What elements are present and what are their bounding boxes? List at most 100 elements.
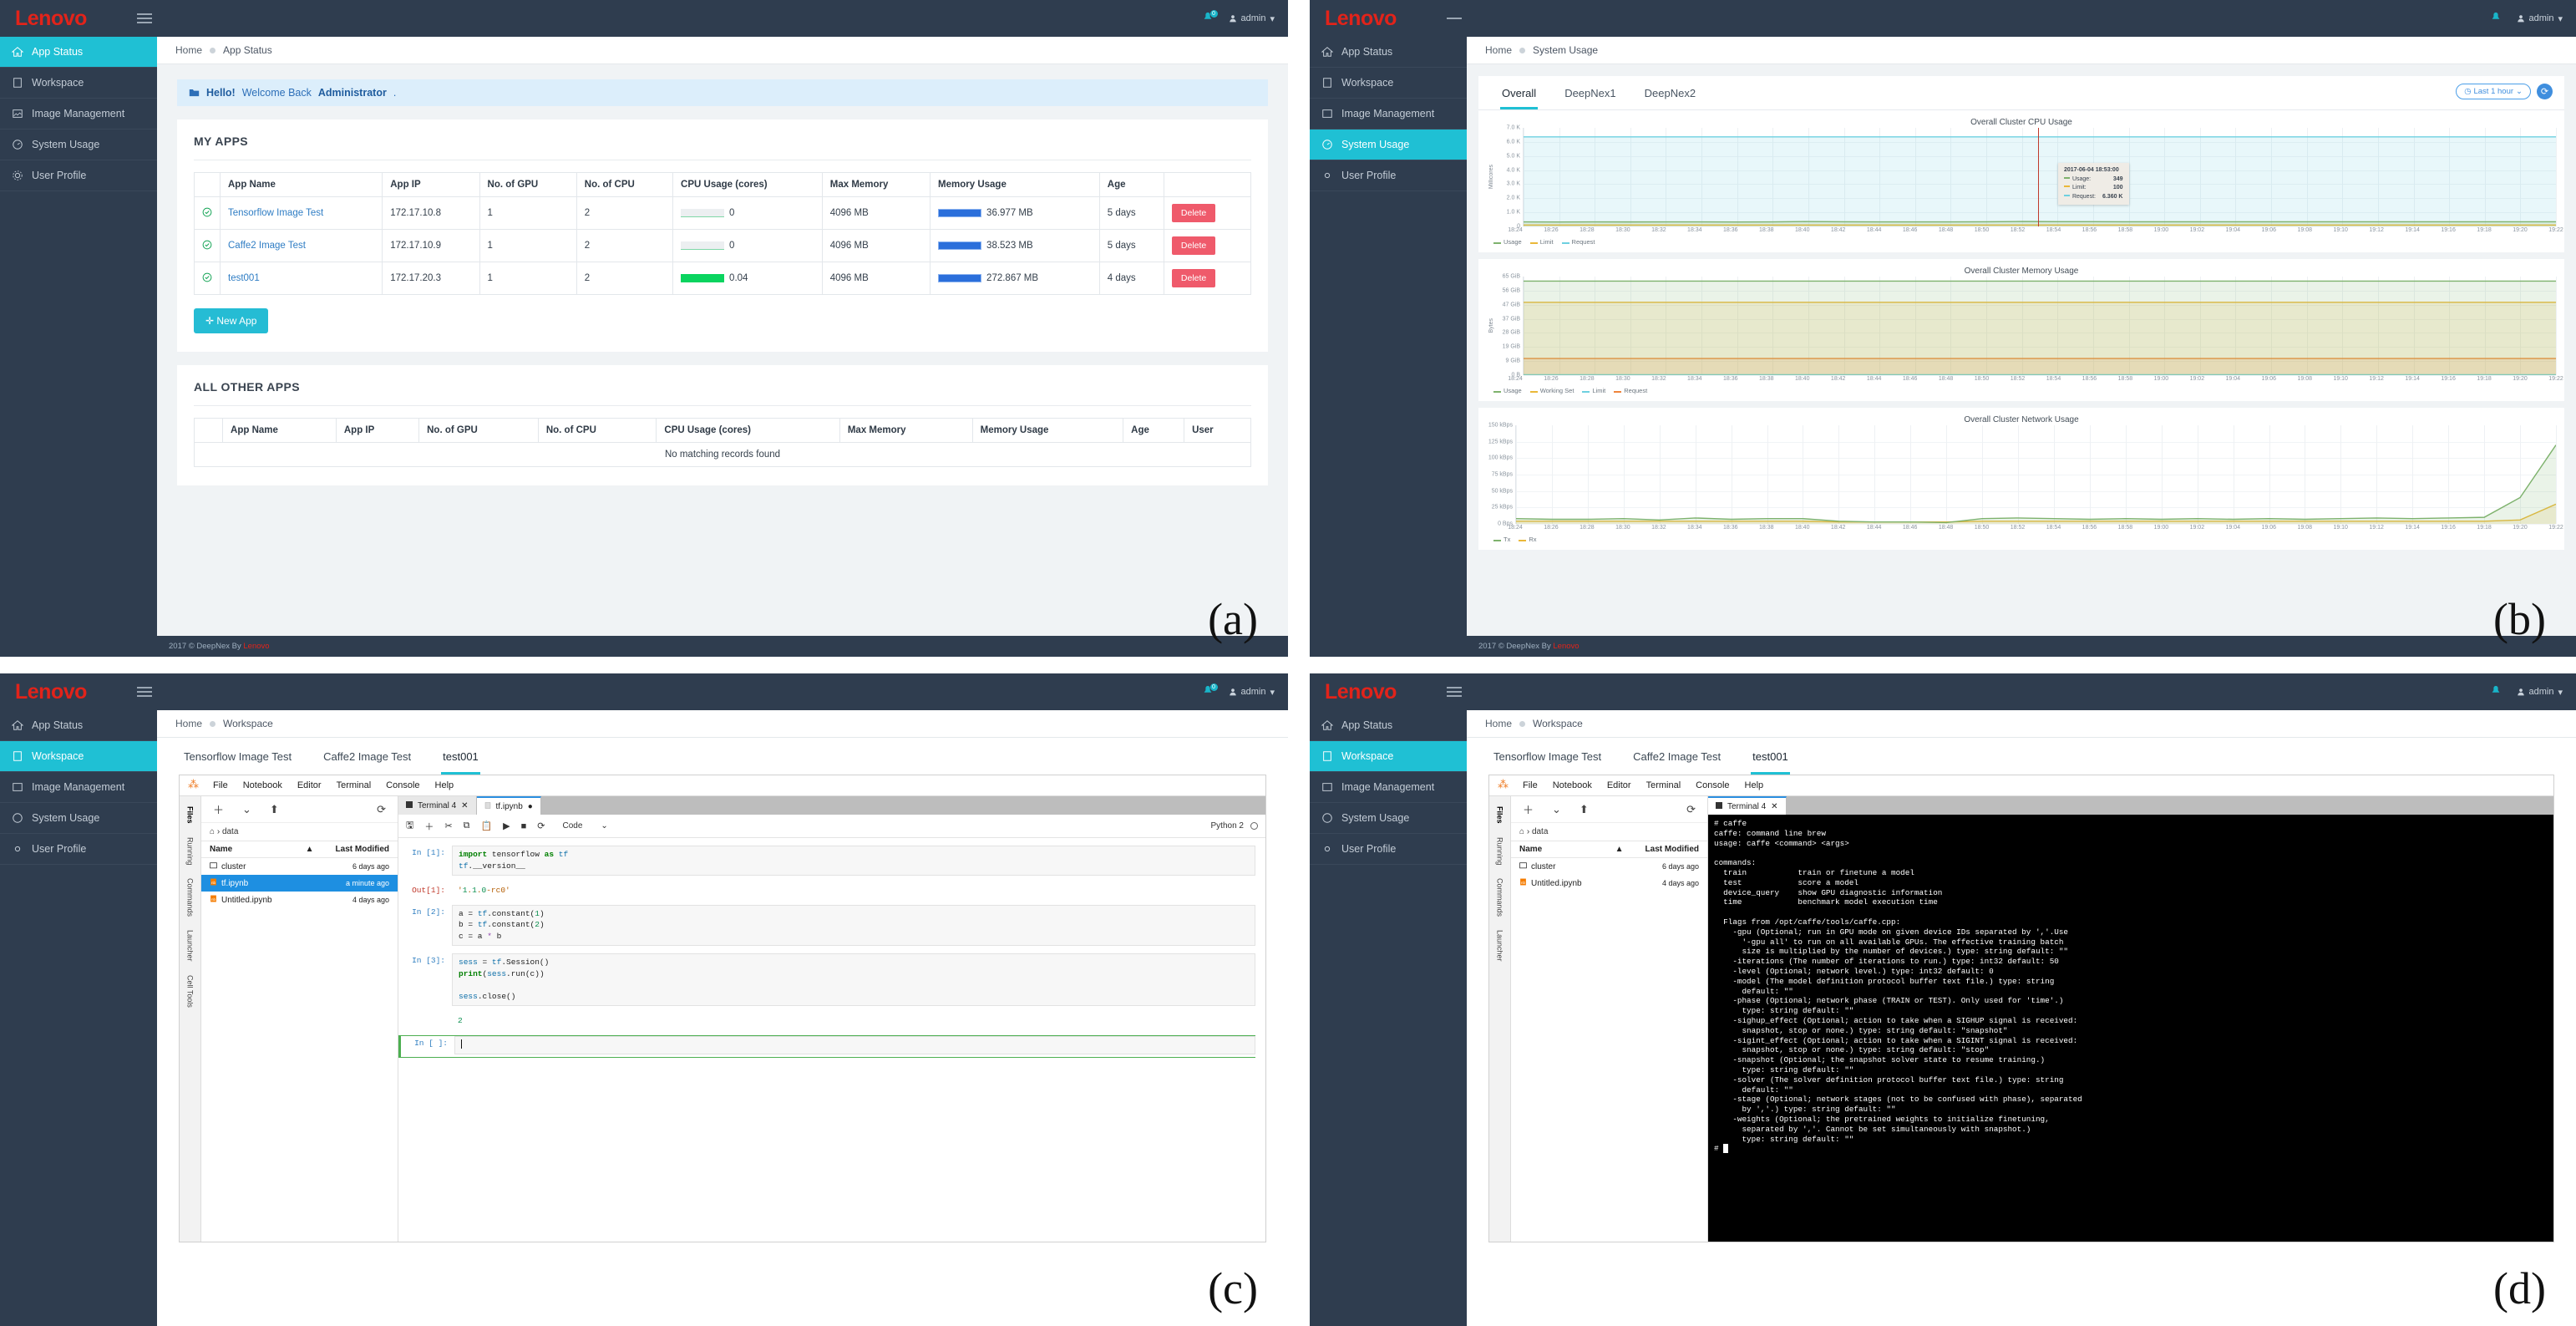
cell-type-select[interactable]: Code ⌄ [563, 821, 608, 831]
legend-item-limit[interactable]: Limit [1529, 238, 1554, 246]
tab-deepnex2[interactable]: DeepNex2 [1643, 76, 1697, 109]
col-modified[interactable]: Last Modified [336, 845, 389, 854]
path-segment[interactable]: data [222, 827, 238, 836]
legend-item-usage[interactable]: Usage [1493, 387, 1522, 394]
ws-tab-test001[interactable]: test001 [1751, 738, 1790, 775]
app-name-link[interactable]: test001 [228, 273, 260, 283]
col-modified[interactable]: Last Modified [1645, 845, 1699, 854]
save-icon[interactable]: 🖫 [406, 818, 413, 834]
rail-cell-tools[interactable]: Cell Tools [186, 970, 195, 1013]
rail-launcher[interactable]: Launcher [186, 925, 195, 967]
legend-item-usage[interactable]: Usage [1493, 238, 1522, 246]
breadcrumb-home[interactable]: Home [1485, 44, 1512, 56]
jl-menu-terminal[interactable]: Terminal [337, 780, 372, 790]
jl-menu-file[interactable]: File [1523, 780, 1538, 790]
paste-icon[interactable]: 📋 [480, 820, 492, 831]
sidebar-item-system-usage[interactable]: System Usage [0, 130, 157, 160]
legend-item-limit[interactable]: Limit [1582, 387, 1605, 394]
delete-button[interactable]: Delete [1171, 236, 1216, 255]
cell-content[interactable] [454, 1035, 1255, 1054]
cell-content[interactable]: import tensorflow as tf tf.__version__ [452, 846, 1255, 876]
cell-content[interactable]: 2 [452, 1014, 1265, 1028]
rail-commands[interactable]: Commands [186, 873, 195, 922]
close-icon[interactable]: ✕ [1771, 802, 1777, 811]
new-item-icon[interactable]: ＋ [213, 801, 224, 817]
notifications-icon[interactable]: 0 [1202, 10, 1218, 25]
rail-running[interactable]: Running [1496, 832, 1504, 871]
ws-tab-tensorflow-image-test[interactable]: Tensorflow Image Test [1492, 738, 1603, 775]
user-menu[interactable]: admin ▾ [2517, 13, 2563, 24]
file-row[interactable]: nb tf.ipynb a minute ago [201, 875, 398, 892]
sidebar-item-app-status[interactable]: App Status [1310, 37, 1467, 68]
file-row[interactable]: nb Untitled.ipynb 4 days ago [1511, 875, 1707, 892]
time-range-select[interactable]: ◷ Last 1 hour ⌄ [2456, 84, 2531, 99]
rail-launcher[interactable]: Launcher [1496, 925, 1504, 967]
rail-running[interactable]: Running [186, 832, 195, 871]
rail-commands[interactable]: Commands [1496, 873, 1504, 922]
upload-icon[interactable]: ⬆ [1580, 803, 1589, 816]
dock-tab-tf-ipynb[interactable]: tf.ipynb ● [476, 796, 541, 815]
user-menu[interactable]: admin ▾ [1229, 687, 1275, 698]
jl-menu-editor[interactable]: Editor [1607, 780, 1631, 790]
sidebar-item-user-profile[interactable]: User Profile [0, 160, 157, 191]
home-icon[interactable]: ⌂ [210, 827, 215, 836]
ws-tab-caffe2-image-test[interactable]: Caffe2 Image Test [1631, 738, 1722, 775]
run-icon[interactable]: ▶ [503, 820, 510, 831]
tab-deepnex1[interactable]: DeepNex1 [1563, 76, 1617, 109]
sidebar-item-app-status[interactable]: App Status [0, 710, 157, 741]
app-name-link[interactable]: Caffe2 Image Test [228, 241, 306, 251]
new-app-button[interactable]: ✛ New App [194, 308, 269, 333]
notebook-cell[interactable]: In [2]: a = tf.constant(1) b = tf.constan… [398, 904, 1265, 953]
notifications-icon[interactable] [2490, 685, 2503, 699]
delete-button[interactable]: Delete [1171, 204, 1216, 222]
legend-item-request[interactable]: Request [1614, 387, 1647, 394]
upload-icon[interactable]: ⬆ [270, 803, 279, 816]
jl-menu-help[interactable]: Help [1745, 780, 1764, 790]
menu-toggle-icon[interactable] [137, 684, 152, 699]
cell-content[interactable]: sess = tf.Session() print(sess.run(c)) s… [452, 953, 1255, 1006]
ws-tab-tensorflow-image-test[interactable]: Tensorflow Image Test [182, 738, 293, 775]
stop-icon[interactable]: ■ [521, 821, 527, 831]
chevron-down-icon[interactable]: ⌄ [1552, 803, 1561, 816]
file-row[interactable]: cluster 6 days ago [1511, 858, 1707, 875]
file-row[interactable]: nb Untitled.ipynb 4 days ago [201, 892, 398, 908]
jl-menu-file[interactable]: File [213, 780, 228, 790]
sidebar-item-image-management[interactable]: Image Management [0, 99, 157, 130]
app-name-link[interactable]: Tensorflow Image Test [228, 208, 323, 218]
dock-tab-terminal-4[interactable]: Terminal 4 ✕ [398, 796, 477, 815]
terminal-output[interactable]: # caffe caffe: command line brew usage: … [1708, 815, 2553, 1242]
new-item-icon[interactable]: ＋ [1523, 801, 1534, 817]
sidebar-item-app-status[interactable]: App Status [0, 37, 157, 68]
sidebar-item-system-usage[interactable]: System Usage [1310, 130, 1467, 160]
user-menu[interactable]: admin ▾ [2517, 687, 2563, 698]
copy-icon[interactable]: ⧉ [464, 820, 470, 831]
refresh-icon[interactable]: ⟳ [2537, 84, 2553, 99]
user-menu[interactable]: admin ▾ [1229, 13, 1275, 24]
sidebar-item-workspace[interactable]: Workspace [1310, 741, 1467, 772]
home-icon[interactable]: ⌂ [1519, 827, 1524, 836]
jl-menu-console[interactable]: Console [386, 780, 419, 790]
legend-item-rx[interactable]: Rx [1519, 536, 1537, 543]
jl-menu-console[interactable]: Console [1696, 780, 1729, 790]
ws-tab-caffe2-image-test[interactable]: Caffe2 Image Test [322, 738, 413, 775]
sidebar-item-image-management[interactable]: Image Management [1310, 99, 1467, 130]
sidebar-item-system-usage[interactable]: System Usage [1310, 803, 1467, 834]
notifications-icon[interactable] [2490, 12, 2503, 25]
close-icon[interactable]: ✕ [461, 801, 468, 810]
sidebar-item-workspace[interactable]: Workspace [1310, 68, 1467, 99]
jl-menu-editor[interactable]: Editor [297, 780, 322, 790]
legend-item-working-set[interactable]: Working Set [1529, 387, 1574, 394]
delete-button[interactable]: Delete [1171, 269, 1216, 287]
sidebar-item-image-management[interactable]: Image Management [1310, 772, 1467, 803]
file-row[interactable]: cluster 6 days ago [201, 858, 398, 875]
jl-menu-notebook[interactable]: Notebook [243, 780, 282, 790]
refresh-icon[interactable]: ⟳ [377, 803, 386, 816]
breadcrumb-home[interactable]: Home [1485, 718, 1512, 729]
footer-link[interactable]: Lenovo [243, 642, 269, 651]
chevron-down-icon[interactable]: ⌄ [242, 803, 251, 816]
sidebar-item-app-status[interactable]: App Status [1310, 710, 1467, 741]
tab-overall[interactable]: Overall [1500, 76, 1539, 109]
notebook-cell[interactable]: In [3]: sess = tf.Session() print(sess.ru… [398, 953, 1265, 1014]
rail-files[interactable]: Files [186, 801, 195, 829]
path-segment[interactable]: data [1532, 827, 1548, 836]
